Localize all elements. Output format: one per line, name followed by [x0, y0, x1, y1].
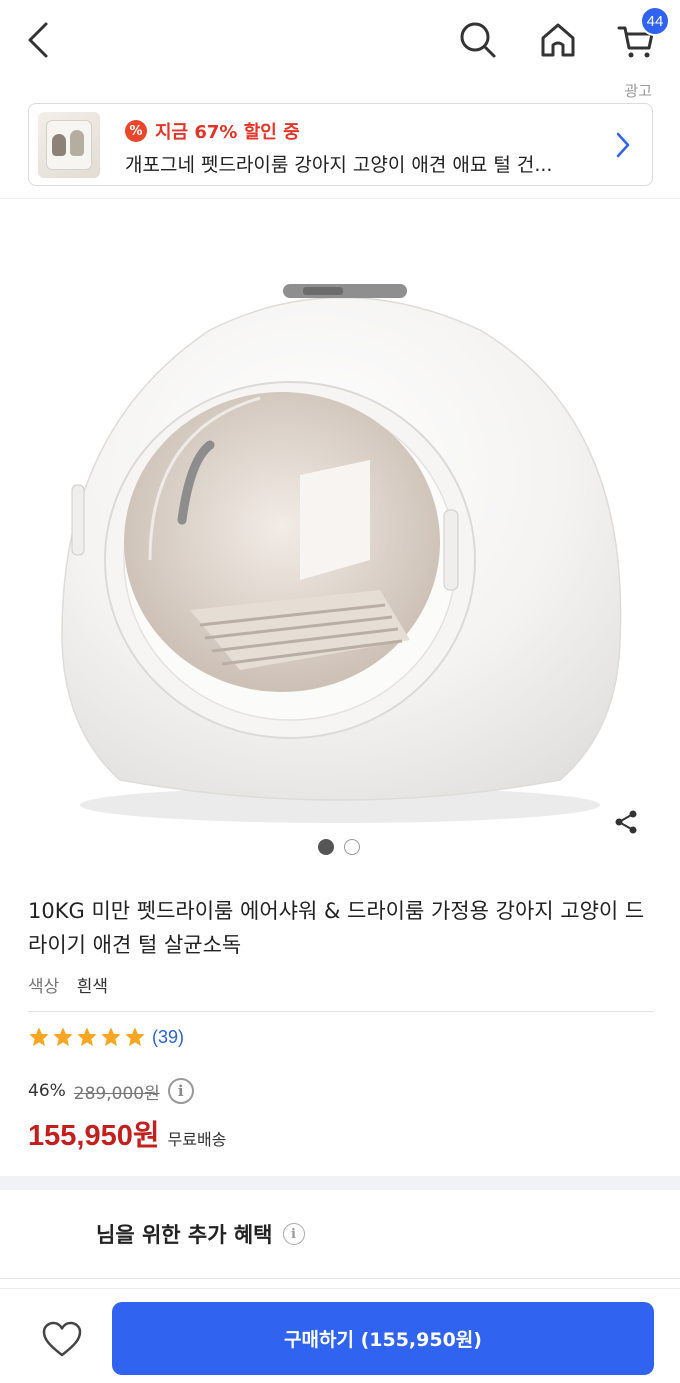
rating-row[interactable]: (39): [28, 1026, 184, 1048]
price-row: 46% 289,000원 i: [28, 1078, 194, 1104]
review-count[interactable]: (39): [152, 1027, 184, 1048]
ad-banner[interactable]: % 지금 67% 할인 중 개포그네 펫드라이룸 강아지 고양이 애견 애묘 털…: [28, 103, 653, 186]
star-icon: [53, 1027, 73, 1046]
divider: [0, 1278, 680, 1279]
percent-icon: %: [125, 120, 147, 142]
bottom-action-bar: 구매하기 (155,950원): [0, 1288, 680, 1383]
chevron-left-icon: [28, 22, 48, 58]
shipping-label: 무료배송: [167, 1130, 227, 1149]
ad-thumbnail: [38, 112, 100, 178]
divider: [28, 1011, 654, 1012]
home-button[interactable]: [532, 14, 584, 66]
sale-price: 155,950원: [28, 1120, 160, 1152]
gallery-dot-1[interactable]: [318, 839, 334, 855]
cart-count-badge: 44: [640, 6, 670, 36]
extra-benefit-row[interactable]: 님을 위한 추가 혜택 i: [96, 1219, 305, 1249]
star-icon: [125, 1027, 145, 1046]
gallery-dot-2[interactable]: [344, 839, 360, 855]
search-button[interactable]: [452, 14, 504, 66]
gallery-pagination: [318, 839, 360, 855]
product-image[interactable]: [40, 260, 640, 840]
original-price: 289,000원: [73, 1083, 160, 1104]
ad-sale-row: % 지금 67% 할인 중: [125, 118, 300, 144]
search-icon: [460, 22, 496, 58]
section-separator: [0, 1176, 680, 1190]
share-button[interactable]: [604, 800, 648, 844]
star-icon: [77, 1027, 97, 1046]
sale-price-row: 155,950원 무료배송: [28, 1112, 226, 1154]
star-icon: [29, 1027, 49, 1046]
chevron-right-icon: [608, 129, 638, 161]
extra-benefit-title: 님을 위한 추가 혜택: [96, 1223, 273, 1247]
ad-label: 광고: [624, 82, 652, 100]
info-icon[interactable]: i: [167, 1078, 194, 1104]
product-title: 10KG 미만 펫드라이룸 에어샤워 & 드라이룸 가정용 강아지 고양이 드라…: [28, 899, 645, 957]
ad-sale-text: 지금 67% 할인 중: [155, 122, 300, 143]
top-header: 44: [0, 0, 680, 80]
discount-rate: 46%: [28, 1081, 66, 1101]
heart-icon: [42, 1321, 82, 1357]
info-icon[interactable]: i: [282, 1223, 305, 1245]
option-row: 색상 흰색: [28, 972, 108, 997]
home-icon: [541, 23, 575, 57]
star-rating: [28, 1026, 146, 1048]
ad-title: 개포그네 펫드라이룸 강아지 고양이 애견 애묘 털 건...: [125, 154, 553, 176]
buy-button[interactable]: 구매하기 (155,950원): [112, 1302, 654, 1375]
back-button[interactable]: [12, 14, 64, 66]
wishlist-button[interactable]: [30, 1311, 94, 1367]
divider: [0, 198, 680, 199]
share-icon: [615, 810, 637, 834]
option-value: 흰색: [76, 977, 108, 997]
option-label: 색상: [28, 977, 60, 997]
star-icon: [101, 1027, 121, 1046]
